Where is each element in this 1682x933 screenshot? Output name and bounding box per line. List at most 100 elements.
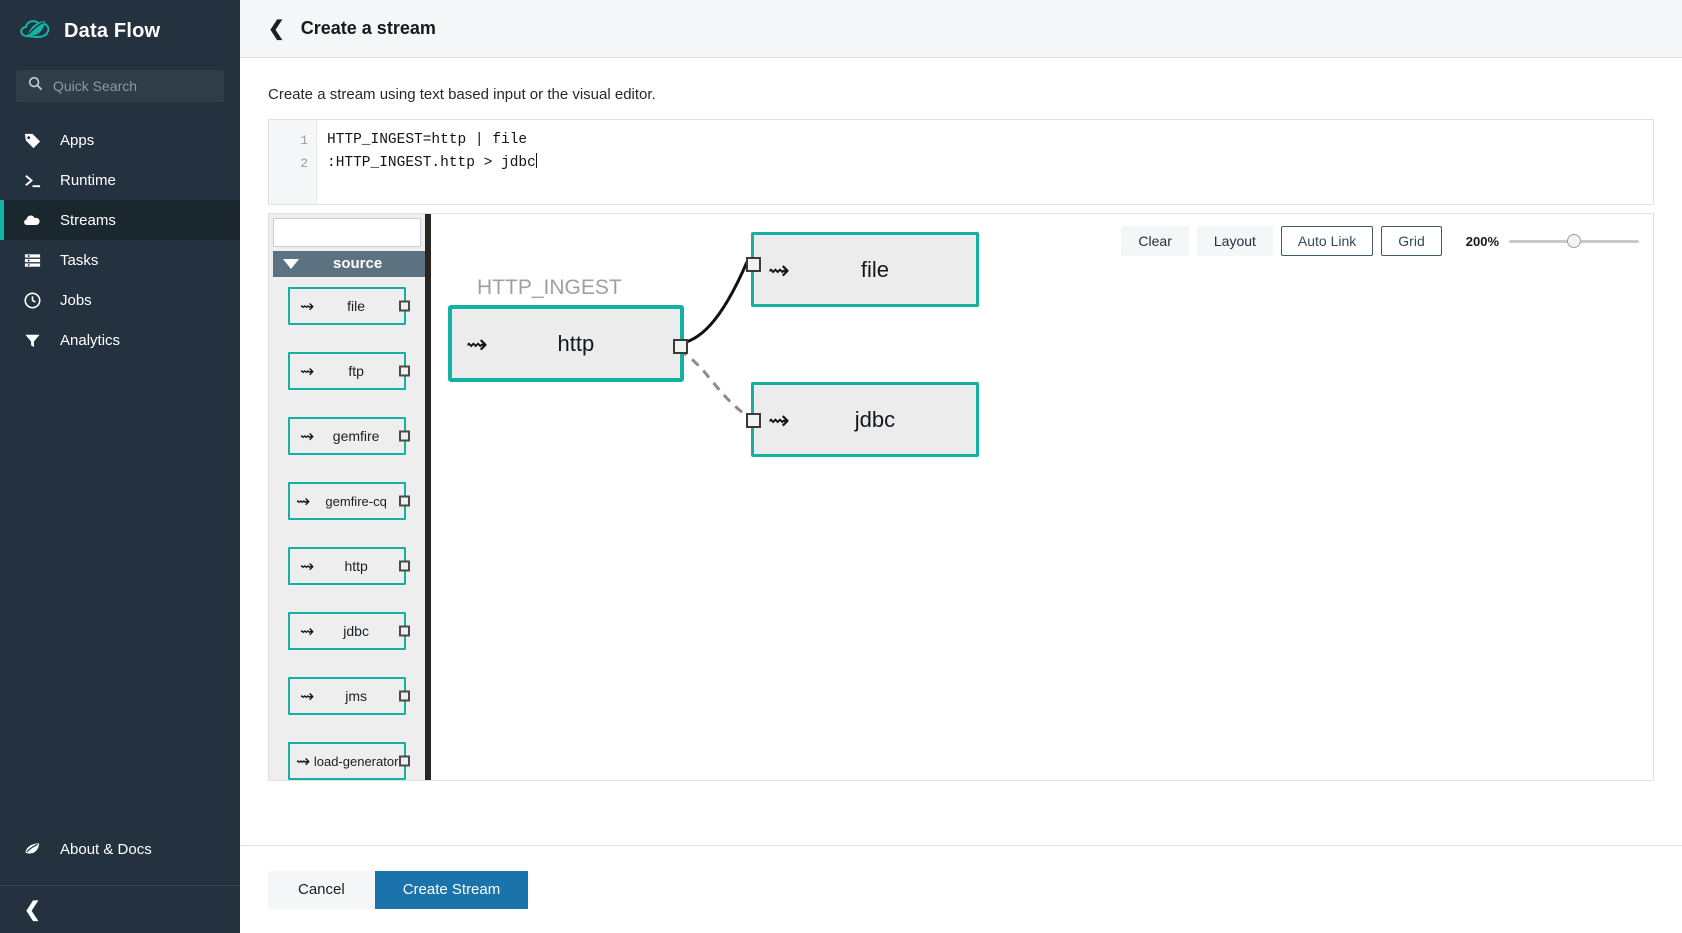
output-port[interactable] bbox=[399, 755, 410, 767]
footer-actions: Cancel Create Stream bbox=[240, 845, 1682, 933]
sink-arrow-icon: ⇝ bbox=[768, 254, 790, 285]
sidebar-item-analytics[interactable]: Analytics bbox=[0, 320, 240, 360]
sidebar-item-label: Runtime bbox=[60, 171, 116, 189]
output-port[interactable] bbox=[399, 430, 410, 442]
palette-item-label: ftp bbox=[348, 363, 364, 380]
cancel-button[interactable]: Cancel bbox=[268, 870, 375, 909]
input-port[interactable] bbox=[746, 413, 761, 428]
app-root: Data Flow Apps bbox=[0, 0, 1682, 933]
stream-designer: source ⇝ file ⇝ ftp ⇝ gemfire ⇝ gemfire-… bbox=[268, 213, 1654, 781]
palette-item-jms[interactable]: ⇝ jms bbox=[288, 677, 410, 716]
line-number: 1 bbox=[300, 133, 308, 148]
sidebar-nav: Apps Runtime Streams Tasks Jobs Analytic… bbox=[0, 120, 240, 360]
back-chevron-icon[interactable]: ❮ bbox=[268, 19, 285, 39]
palette-item-label: jdbc bbox=[343, 623, 369, 640]
palette-item-gemfire-cq[interactable]: ⇝ gemfire-cq bbox=[288, 482, 410, 521]
palette-item-label: jms bbox=[345, 688, 368, 705]
graph-node-http[interactable]: ⇝ http bbox=[449, 306, 688, 381]
palette-filter-input[interactable] bbox=[273, 218, 421, 247]
line-number: 2 bbox=[300, 156, 308, 171]
cloud-leaf-logo-icon bbox=[18, 16, 52, 46]
auto-link-button[interactable]: Auto Link bbox=[1280, 226, 1374, 256]
sidebar-item-label: Apps bbox=[60, 131, 95, 149]
canvas-toolbar: Clear Layout Auto Link Grid 200% bbox=[1121, 226, 1639, 256]
terminal-icon bbox=[22, 170, 42, 190]
brand: Data Flow bbox=[0, 0, 240, 62]
graph-node-jdbc[interactable]: ⇝ jdbc bbox=[746, 382, 979, 457]
palette-item-label: gemfire-cq bbox=[325, 493, 387, 509]
palette-item-label: gemfire bbox=[332, 428, 380, 445]
source-arrow-icon: ⇝ bbox=[300, 426, 315, 446]
app-palette: source ⇝ file ⇝ ftp ⇝ gemfire ⇝ gemfire-… bbox=[269, 214, 431, 780]
output-port[interactable] bbox=[399, 300, 410, 312]
palette-item-label: http bbox=[344, 558, 368, 575]
output-port[interactable] bbox=[399, 560, 410, 572]
palette-item-gemfire[interactable]: ⇝ gemfire bbox=[288, 417, 410, 456]
output-port[interactable] bbox=[673, 339, 688, 354]
palette-group-source[interactable]: source bbox=[273, 250, 425, 278]
zoom-slider[interactable] bbox=[1509, 233, 1639, 249]
source-arrow-icon: ⇝ bbox=[296, 751, 311, 771]
palette-item-file[interactable]: ⇝ file bbox=[288, 287, 410, 326]
grid-button[interactable]: Grid bbox=[1381, 226, 1442, 256]
sidebar-item-streams[interactable]: Streams bbox=[0, 200, 240, 240]
create-stream-button[interactable]: Create Stream bbox=[374, 870, 529, 909]
output-port[interactable] bbox=[399, 365, 410, 377]
chevron-left-icon: ❮ bbox=[24, 898, 41, 921]
output-port[interactable] bbox=[399, 625, 410, 637]
palette-item-jdbc[interactable]: ⇝ jdbc bbox=[288, 612, 410, 651]
sink-arrow-icon: ⇝ bbox=[768, 404, 790, 435]
main-area: ❮ Create a stream Create a stream using … bbox=[240, 0, 1682, 933]
tag-icon bbox=[22, 130, 42, 150]
source-arrow-icon: ⇝ bbox=[300, 556, 315, 576]
chevron-down-icon bbox=[283, 258, 299, 269]
sidebar-item-tasks[interactable]: Tasks bbox=[0, 240, 240, 280]
page-header: ❮ Create a stream bbox=[240, 0, 1682, 58]
sidebar-collapse-button[interactable]: ❮ bbox=[0, 885, 240, 933]
sidebar-item-runtime[interactable]: Runtime bbox=[0, 160, 240, 200]
input-port[interactable] bbox=[746, 257, 761, 272]
editor-lines[interactable]: HTTP_INGEST=http | file :HTTP_INGEST.htt… bbox=[317, 120, 1653, 204]
sidebar-item-label: Analytics bbox=[60, 331, 121, 349]
zoom-slider-thumb[interactable] bbox=[1567, 234, 1581, 248]
output-port[interactable] bbox=[399, 690, 410, 702]
palette-item-ftp[interactable]: ⇝ ftp bbox=[288, 352, 410, 391]
clock-icon bbox=[22, 290, 42, 310]
page-title: Create a stream bbox=[300, 18, 436, 38]
funnel-icon bbox=[22, 330, 42, 350]
sidebar-item-label: Jobs bbox=[60, 291, 92, 309]
output-port[interactable] bbox=[399, 495, 410, 507]
palette-item-load-generator[interactable]: ⇝ load-generator bbox=[288, 742, 410, 780]
editor-gutter: 1 2 bbox=[269, 120, 317, 204]
sidebar-item-label: About & Docs bbox=[60, 840, 152, 858]
quick-search[interactable] bbox=[16, 70, 224, 102]
palette-item-label: load-generator bbox=[313, 753, 399, 769]
clear-button[interactable]: Clear bbox=[1121, 226, 1189, 256]
source-arrow-icon: ⇝ bbox=[300, 361, 315, 381]
palette-items: ⇝ file ⇝ ftp ⇝ gemfire ⇝ gemfire-cq ⇝ ht… bbox=[269, 277, 425, 780]
sidebar-item-label: Streams bbox=[60, 211, 116, 229]
brand-title: Data Flow bbox=[64, 19, 161, 42]
zoom-level-label: 200% bbox=[1465, 233, 1499, 249]
link-http-to-jdbc bbox=[678, 348, 750, 419]
search-icon bbox=[28, 76, 43, 96]
palette-item-http[interactable]: ⇝ http bbox=[288, 547, 410, 586]
graph-node-label: jdbc bbox=[854, 406, 896, 432]
source-arrow-icon: ⇝ bbox=[466, 328, 488, 359]
stream-definition-editor[interactable]: 1 2 HTTP_INGEST=http | file :HTTP_INGEST… bbox=[268, 119, 1654, 205]
search-input[interactable] bbox=[53, 78, 212, 94]
sidebar-item-about-docs[interactable]: About & Docs bbox=[0, 829, 240, 869]
stream-name-label: HTTP_INGEST bbox=[477, 276, 622, 299]
layout-button[interactable]: Layout bbox=[1196, 226, 1273, 256]
graph-canvas[interactable]: Clear Layout Auto Link Grid 200% HTTP_IN… bbox=[431, 214, 1653, 780]
sidebar-item-apps[interactable]: Apps bbox=[0, 120, 240, 160]
sidebar-item-label: Tasks bbox=[60, 251, 99, 269]
graph-node-file[interactable]: ⇝ file bbox=[746, 232, 979, 307]
sidebar-item-jobs[interactable]: Jobs bbox=[0, 280, 240, 320]
intro-text: Create a stream using text based input o… bbox=[268, 86, 656, 103]
list-icon bbox=[22, 250, 42, 270]
code-line: :HTTP_INGEST.http > jdbc bbox=[327, 155, 536, 171]
zoom-control[interactable]: 200% bbox=[1466, 233, 1639, 249]
code-line-wrapper: :HTTP_INGEST.http > jdbc bbox=[327, 152, 1653, 175]
